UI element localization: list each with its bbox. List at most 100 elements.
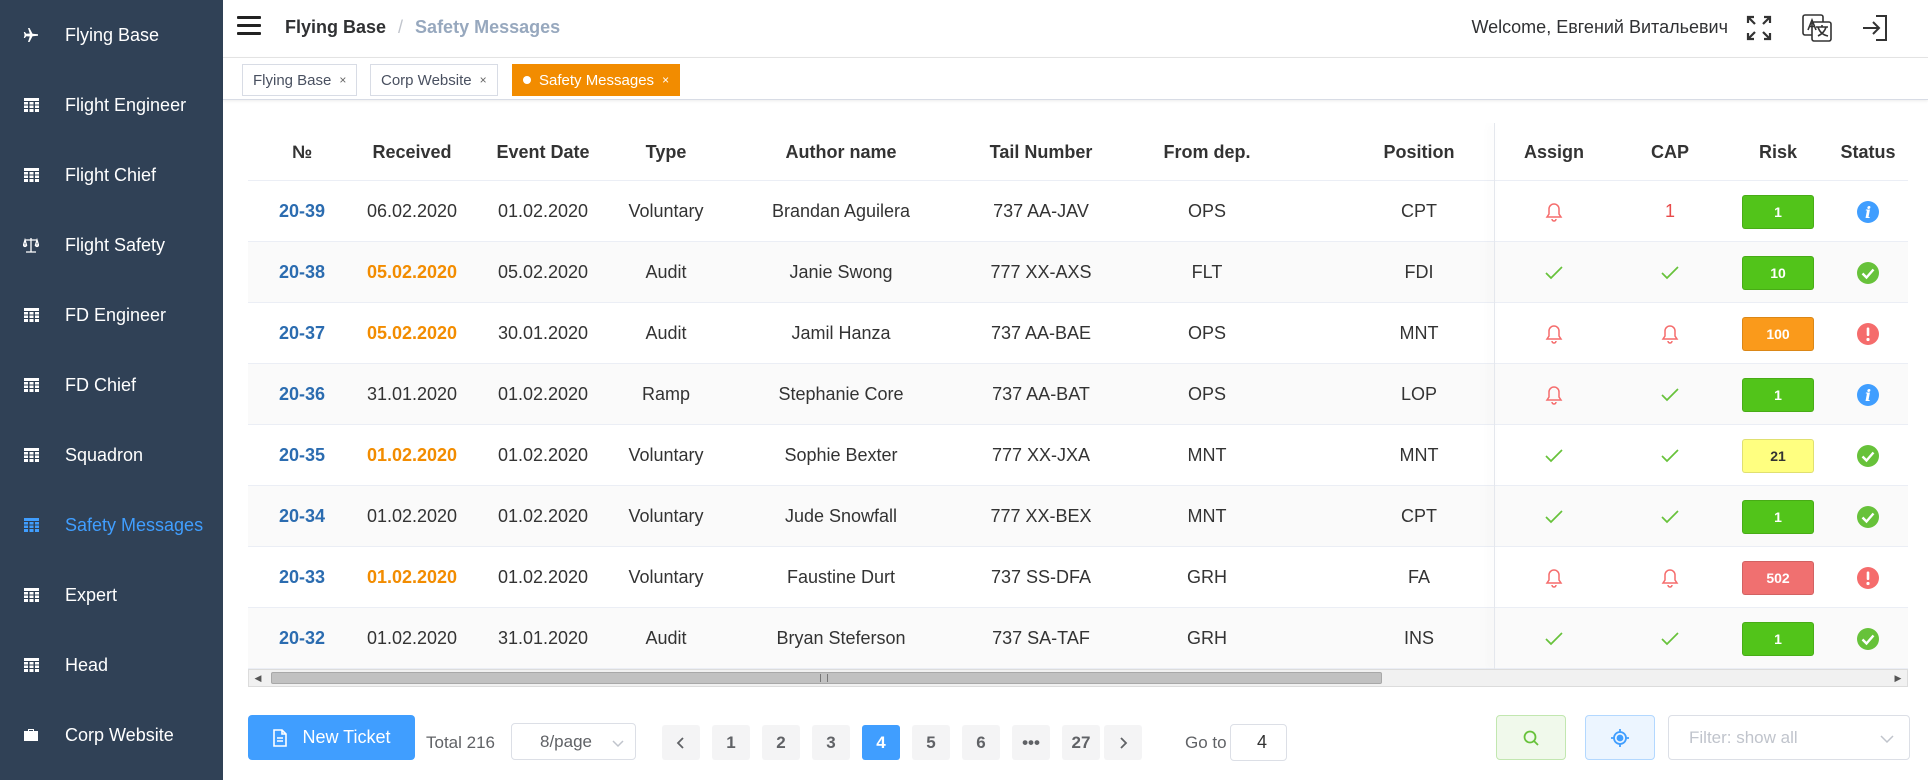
logout-icon[interactable] bbox=[1859, 12, 1891, 44]
sidebar-item-flying-base[interactable]: Flying Base bbox=[0, 0, 223, 70]
filter-select[interactable]: Filter: show all bbox=[1668, 715, 1910, 760]
cell-status[interactable]: i bbox=[1838, 181, 1898, 242]
sidebar-item-flight-chief[interactable]: Flight Chief bbox=[0, 140, 223, 210]
column-header[interactable]: From dep. bbox=[1142, 123, 1272, 181]
page-button[interactable]: 2 bbox=[762, 725, 800, 760]
table-row[interactable]: 20-32 01.02.2020 31.01.2020 Audit Bryan Stef… bbox=[248, 608, 1908, 669]
breadcrumb-item-flying-base[interactable]: Flying Base bbox=[285, 17, 386, 38]
sidebar-item-squadron[interactable]: Squadron bbox=[0, 420, 223, 490]
table-row[interactable]: 20-34 01.02.2020 01.02.2020 Voluntary Jude S… bbox=[248, 486, 1908, 547]
table-row[interactable]: 20-38 05.02.2020 05.02.2020 Audit Janie Swon… bbox=[248, 242, 1908, 303]
page-button[interactable]: 1 bbox=[712, 725, 750, 760]
locate-button[interactable] bbox=[1585, 715, 1655, 760]
cell-dep: GRH bbox=[1187, 567, 1227, 587]
cell-cap[interactable] bbox=[1630, 608, 1710, 669]
tab-corp-website[interactable]: Corp Website × bbox=[370, 64, 498, 96]
target-icon bbox=[1611, 728, 1629, 747]
risk-badge: 100 bbox=[1742, 317, 1814, 351]
cell-assign[interactable] bbox=[1514, 242, 1594, 303]
column-header[interactable]: Received bbox=[347, 123, 477, 181]
cell-cap[interactable] bbox=[1630, 547, 1710, 608]
sidebar-item-head[interactable]: Head bbox=[0, 630, 223, 700]
tab-label: Flying Base bbox=[253, 71, 332, 89]
sidebar-item-flight-engineer[interactable]: Flight Engineer bbox=[0, 70, 223, 140]
cell-assign[interactable] bbox=[1514, 181, 1594, 242]
cell-assign[interactable] bbox=[1514, 364, 1594, 425]
table-icon bbox=[23, 377, 39, 393]
sidebar-item-corp-website[interactable]: Corp Website bbox=[0, 700, 223, 770]
column-header[interactable]: Event Date bbox=[478, 123, 608, 181]
cell-status[interactable]: i bbox=[1838, 364, 1898, 425]
risk-badge: 502 bbox=[1742, 561, 1814, 595]
tab-flying-base[interactable]: Flying Base × bbox=[242, 64, 358, 96]
cell-assign[interactable] bbox=[1514, 425, 1594, 486]
cell-cap[interactable]: 1 bbox=[1630, 181, 1710, 242]
close-icon[interactable]: × bbox=[662, 73, 669, 87]
table-row[interactable]: 20-37 05.02.2020 30.01.2020 Audit Jamil Hanz… bbox=[248, 303, 1908, 364]
document-icon bbox=[272, 728, 288, 747]
prev-page-button[interactable] bbox=[662, 725, 700, 760]
close-icon[interactable]: × bbox=[480, 73, 487, 87]
page-button[interactable]: 3 bbox=[812, 725, 850, 760]
chevron-down-icon bbox=[611, 735, 625, 755]
column-header[interactable]: Status bbox=[1803, 123, 1908, 181]
hamburger-icon[interactable] bbox=[237, 16, 261, 36]
search-button[interactable] bbox=[1496, 715, 1566, 760]
table-row[interactable]: 20-35 01.02.2020 01.02.2020 Voluntary Sophie… bbox=[248, 425, 1908, 486]
sidebar: Flying Base Flight Engineer Flight Chief Fl… bbox=[0, 0, 223, 780]
horizontal-scrollbar[interactable]: ◀ ▶ bbox=[248, 669, 1908, 687]
breadcrumb: Flying Base / Safety Messages bbox=[285, 17, 560, 38]
sidebar-item-fd-chief[interactable]: FD Chief bbox=[0, 350, 223, 420]
cell-assign[interactable] bbox=[1514, 303, 1594, 364]
cell-status[interactable] bbox=[1838, 608, 1898, 669]
column-header[interactable]: Tail Number bbox=[976, 123, 1106, 181]
cell-status[interactable] bbox=[1838, 486, 1898, 547]
page-button[interactable]: 27 bbox=[1062, 725, 1100, 760]
table-row[interactable]: 20-33 01.02.2020 01.02.2020 Voluntary Fausti… bbox=[248, 547, 1908, 608]
risk-badge: 1 bbox=[1742, 500, 1814, 534]
cell-author: Stephanie Core bbox=[778, 384, 904, 404]
cell-cap[interactable] bbox=[1630, 425, 1710, 486]
cell-cap[interactable] bbox=[1630, 486, 1710, 547]
sidebar-item-fd-engineer[interactable]: FD Engineer bbox=[0, 280, 223, 350]
cell-assign[interactable] bbox=[1514, 486, 1594, 547]
new-ticket-button[interactable]: New Ticket bbox=[248, 715, 415, 760]
tab-safety-messages[interactable]: Safety Messages × bbox=[512, 64, 681, 96]
scrollbar-thumb[interactable] bbox=[271, 672, 1382, 684]
page-button[interactable]: 5 bbox=[912, 725, 950, 760]
cell-assign[interactable] bbox=[1514, 547, 1594, 608]
fullscreen-icon[interactable] bbox=[1743, 12, 1775, 44]
cell-status[interactable] bbox=[1838, 425, 1898, 486]
search-icon bbox=[1523, 730, 1539, 746]
table-row[interactable]: 20-36 31.01.2020 01.02.2020 Ramp Stephanie C… bbox=[248, 364, 1908, 425]
cell-type: Voluntary bbox=[628, 445, 704, 465]
cell-cap[interactable] bbox=[1630, 303, 1710, 364]
column-header[interactable]: Type bbox=[601, 123, 731, 181]
scroll-left-arrow-icon[interactable]: ◀ bbox=[249, 670, 267, 686]
page-button[interactable]: 4 bbox=[862, 725, 900, 760]
cell-assign[interactable] bbox=[1514, 608, 1594, 669]
column-header[interactable]: Author name bbox=[776, 123, 906, 181]
cell-status[interactable] bbox=[1838, 547, 1898, 608]
table-icon bbox=[23, 307, 39, 323]
translate-icon[interactable] bbox=[1801, 12, 1833, 44]
scroll-right-arrow-icon[interactable]: ▶ bbox=[1889, 670, 1907, 686]
table-row[interactable]: 20-39 06.02.2020 01.02.2020 Voluntary Branda… bbox=[248, 181, 1908, 242]
next-page-button[interactable] bbox=[1104, 725, 1142, 760]
goto-page-input[interactable] bbox=[1230, 724, 1287, 761]
chevron-left-icon bbox=[676, 736, 684, 749]
cell-status[interactable] bbox=[1838, 242, 1898, 303]
more-pages-button[interactable]: ••• bbox=[1012, 725, 1050, 760]
close-icon[interactable]: × bbox=[339, 73, 346, 87]
cell-status[interactable] bbox=[1838, 303, 1898, 364]
page-button[interactable]: 6 bbox=[962, 725, 1000, 760]
cell-cap[interactable] bbox=[1630, 242, 1710, 303]
sidebar-item-safety-messages[interactable]: Safety Messages bbox=[0, 490, 223, 560]
cell-pos: MNT bbox=[1399, 323, 1439, 343]
column-header[interactable]: Assign bbox=[1489, 123, 1619, 181]
page-size-select[interactable]: 8/page bbox=[511, 723, 636, 760]
sidebar-item-expert[interactable]: Expert bbox=[0, 560, 223, 630]
cell-cap[interactable] bbox=[1630, 364, 1710, 425]
column-header[interactable]: Position bbox=[1354, 123, 1484, 181]
sidebar-item-flight-safety[interactable]: Flight Safety bbox=[0, 210, 223, 280]
